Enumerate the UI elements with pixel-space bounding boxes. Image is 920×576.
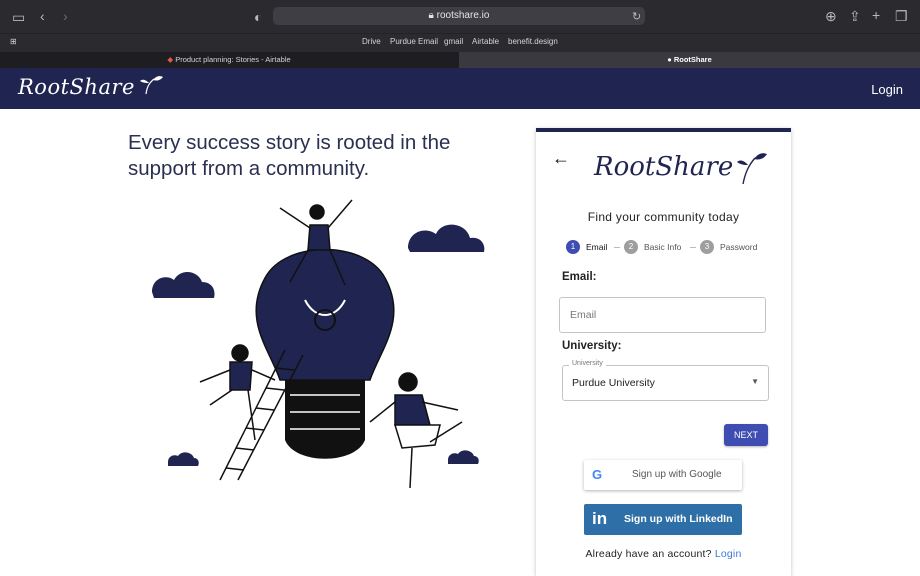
- favorite-benefit-design[interactable]: benefit.design: [508, 37, 558, 46]
- browser-toolbar: ▭ ‹ › ◐ 🔒︎ rootshare.io ↻ ⊕ ⇪ + ❐: [0, 0, 920, 33]
- share-icon[interactable]: ⇪: [849, 8, 861, 24]
- reload-icon[interactable]: ↻: [632, 9, 641, 25]
- shield-icon[interactable]: ◐: [254, 9, 262, 25]
- dropdown-arrow-icon: ▼: [751, 377, 759, 386]
- next-button[interactable]: NEXT: [724, 424, 768, 446]
- sidebar-toggle-icon[interactable]: ▭: [12, 9, 25, 25]
- university-select[interactable]: University Purdue University ▼: [562, 360, 769, 401]
- sprout-icon: [140, 76, 164, 95]
- grid-icon[interactable]: ⊞: [10, 37, 17, 46]
- step-divider: [690, 247, 696, 248]
- step-number: 1: [566, 240, 580, 254]
- lightbulb-community-illustration: [152, 199, 485, 489]
- airtable-icon: ◆: [167, 55, 176, 64]
- step-number: 2: [624, 240, 638, 254]
- favorite-purdue-email[interactable]: Purdue Email: [390, 37, 438, 46]
- google-icon: G: [592, 467, 603, 482]
- university-value: Purdue University: [572, 377, 655, 389]
- back-icon[interactable]: ‹: [40, 8, 45, 24]
- tab-rootshare[interactable]: ● RootShare: [459, 52, 920, 68]
- download-icon[interactable]: ⊕: [825, 8, 837, 24]
- nav-login-link[interactable]: Login: [871, 82, 903, 97]
- address-bar[interactable]: 🔒︎ rootshare.io: [273, 7, 645, 25]
- tab-overview-icon[interactable]: ❐: [895, 8, 908, 24]
- email-placeholder: Email: [570, 309, 597, 321]
- tab-airtable[interactable]: ◆ Product planning: Stories - Airtable: [0, 52, 458, 68]
- url-text: rootshare.io: [436, 10, 490, 21]
- step-label: Basic Info: [644, 242, 682, 252]
- linkedin-signup-button[interactable]: in Sign up with LinkedIn: [584, 504, 742, 535]
- linkedin-signup-label: Sign up with LinkedIn: [624, 513, 733, 525]
- favorite-drive[interactable]: Drive: [362, 37, 381, 46]
- lock-icon: 🔒︎: [428, 10, 437, 21]
- hero-headline: Every success story is rooted in the sup…: [128, 131, 451, 180]
- login-prompt: Already have an account? Login: [536, 548, 791, 560]
- step-email: 1 Email: [566, 240, 607, 254]
- already-account-text: Already have an account?: [585, 548, 712, 560]
- brand-logo[interactable]: RootShare: [18, 75, 164, 99]
- google-signup-button[interactable]: G Sign up with Google: [584, 460, 742, 490]
- person-right: [369, 372, 463, 489]
- favorite-gmail[interactable]: gmail: [444, 37, 463, 46]
- forward-icon[interactable]: ›: [63, 8, 68, 24]
- linkedin-icon: in: [592, 509, 608, 528]
- step-basic-info: 2 Basic Info: [624, 240, 681, 254]
- signup-stepper: 1 Email 2 Basic Info 3 Password: [566, 240, 786, 256]
- card-login-link[interactable]: Login: [715, 548, 742, 560]
- step-label: Password: [720, 242, 758, 252]
- rootshare-favicon: ●: [667, 55, 674, 64]
- new-tab-icon[interactable]: +: [872, 7, 880, 23]
- card-title: Find your community today: [587, 210, 740, 224]
- step-divider: [614, 247, 620, 248]
- tab-bar: ◆ Product planning: Stories - Airtable ●…: [0, 52, 920, 68]
- step-number: 3: [700, 240, 714, 254]
- card-logo: RootShare: [594, 152, 768, 185]
- email-field[interactable]: Email: [559, 297, 766, 333]
- email-label: Email:: [562, 271, 597, 283]
- google-signup-label: Sign up with Google: [632, 469, 722, 480]
- back-arrow-icon[interactable]: ←: [552, 148, 570, 169]
- university-legend: University: [569, 360, 606, 367]
- step-label: Email: [586, 242, 608, 252]
- signup-card: ← RootShare Find your community today 1 …: [536, 128, 791, 576]
- sprout-icon: [737, 153, 768, 185]
- step-password: 3 Password: [700, 240, 757, 254]
- favorite-airtable[interactable]: Airtable: [472, 37, 499, 46]
- favorites-bar: ⊞ Drive Purdue Email gmail Airtable bene…: [0, 33, 920, 53]
- university-label: University:: [562, 340, 622, 352]
